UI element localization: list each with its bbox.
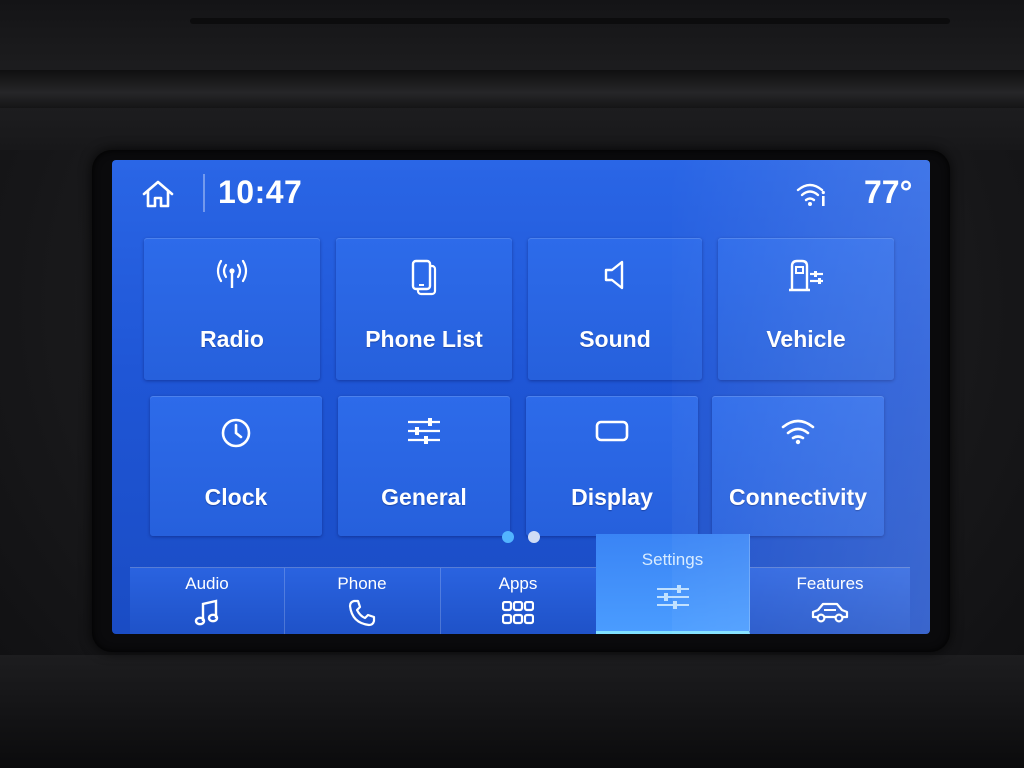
vehicle-settings-icon: [789, 259, 823, 292]
music-note-icon: [194, 599, 219, 626]
infotainment-screen: 10:47 77° Radio Phone List Sound Vehicle…: [112, 160, 930, 634]
tile-radio[interactable]: Radio: [144, 238, 320, 380]
nav-label: Settings: [641, 550, 704, 569]
car-features-icon: [811, 602, 849, 623]
tile-clock[interactable]: Clock: [150, 396, 322, 536]
nav-phone[interactable]: Phone: [284, 568, 441, 634]
tile-label: Clock: [204, 484, 268, 510]
home-button[interactable]: [138, 176, 178, 212]
clock-icon: [221, 418, 251, 448]
tile-vehicle[interactable]: Vehicle: [718, 238, 894, 380]
nav-label: Apps: [498, 574, 538, 593]
tile-general[interactable]: General: [338, 396, 510, 536]
tile-label: Connectivity: [728, 484, 868, 510]
status-separator: [203, 174, 205, 212]
phone-icon: [348, 599, 376, 627]
nav-label: Audio: [185, 574, 229, 593]
tile-label: Display: [571, 484, 653, 510]
wifi-icon: [781, 419, 815, 445]
nav-label: Phone: [337, 574, 387, 593]
wifi-hotspot-icon: [796, 183, 825, 206]
status-bar: 10:47 77°: [112, 160, 930, 226]
tile-label: Radio: [200, 326, 264, 352]
sliders-icon: [408, 418, 440, 444]
page-indicator: [112, 530, 930, 548]
tile-label: Sound: [579, 326, 651, 352]
page-dot-1[interactable]: [501, 531, 514, 543]
radio-antenna-icon: [216, 259, 248, 288]
tile-phone-list[interactable]: Phone List: [336, 238, 512, 380]
nav-label: Features: [796, 574, 864, 593]
dashboard-bottom: [0, 655, 1024, 768]
settings-sliders-icon: [656, 585, 689, 609]
tile-label: Phone List: [365, 326, 483, 352]
page-dot-2[interactable]: [528, 531, 541, 543]
tile-sound[interactable]: Sound: [528, 238, 702, 380]
nav-features[interactable]: Features: [750, 568, 910, 634]
tile-label: General: [381, 484, 467, 510]
clock-time: 10:47: [218, 174, 303, 210]
nav-audio[interactable]: Audio: [130, 568, 285, 634]
tile-connectivity[interactable]: Connectivity: [712, 396, 884, 536]
tile-display[interactable]: Display: [526, 396, 698, 536]
tile-label: Vehicle: [766, 326, 846, 352]
phone-list-icon: [411, 259, 437, 296]
outside-temperature: 77°: [864, 174, 913, 210]
dashboard-groove: [0, 70, 1024, 108]
display-icon: [595, 420, 629, 442]
bottom-nav: Audio Phone Apps Settings Features: [130, 534, 910, 634]
nav-apps[interactable]: Apps: [440, 568, 597, 634]
nav-settings[interactable]: Settings: [596, 534, 750, 634]
speaker-icon: [604, 260, 624, 290]
apps-grid-icon: [502, 601, 534, 625]
home-icon: [142, 180, 174, 208]
